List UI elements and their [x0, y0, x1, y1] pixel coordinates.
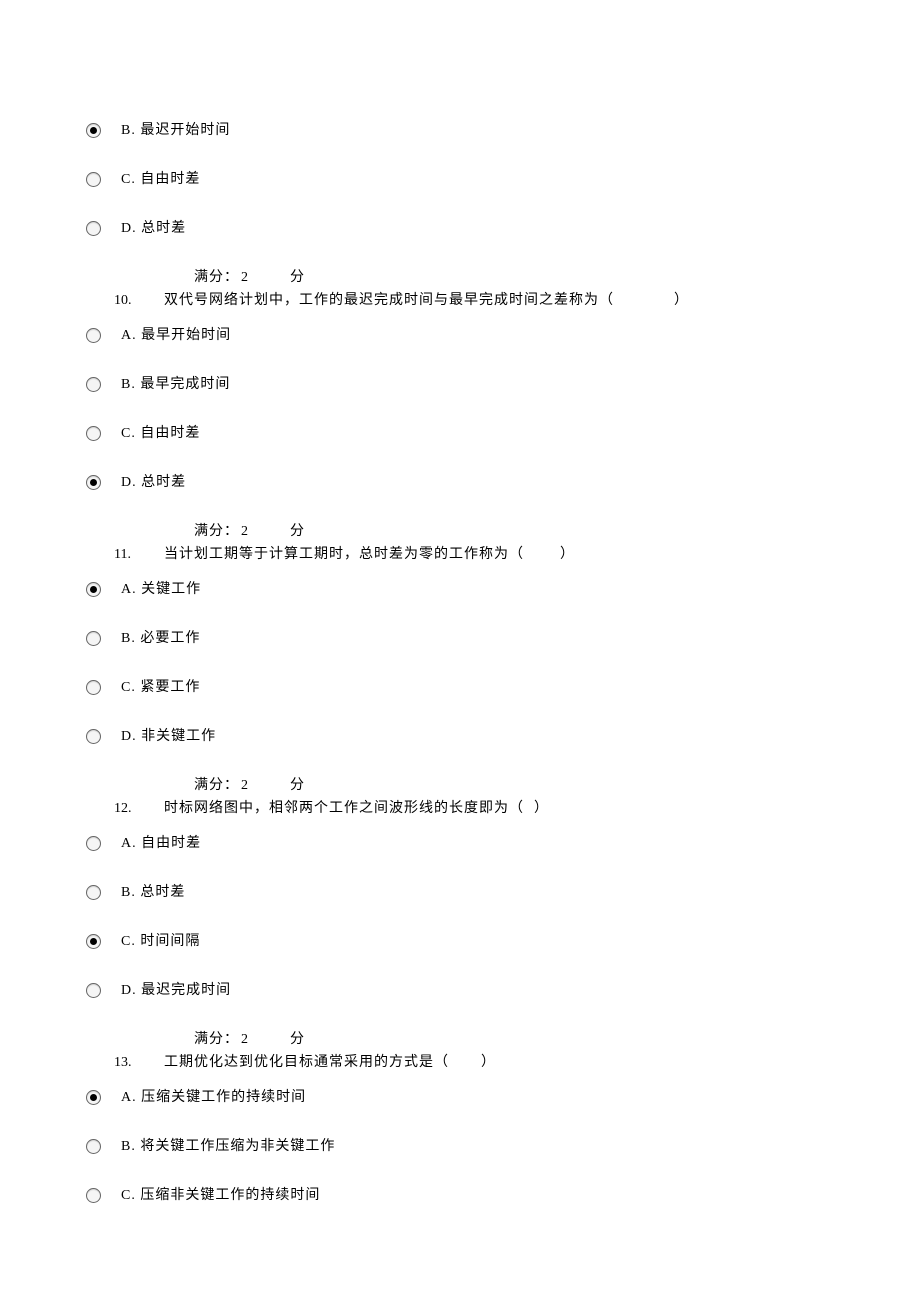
option-text: D. 非关键工作	[109, 726, 216, 747]
radio-button[interactable]	[86, 221, 101, 236]
option-row: B. 最迟开始时间	[86, 120, 834, 141]
radio-button[interactable]	[86, 328, 101, 343]
option-row: B. 总时差	[86, 882, 834, 903]
option-text: B. 最迟开始时间	[109, 120, 230, 141]
option-text: C. 自由时差	[109, 423, 200, 444]
option-row: C. 压缩非关键工作的持续时间	[86, 1185, 834, 1206]
question-options: A. 压缩关键工作的持续时间 B. 将关键工作压缩为非关键工作 C. 压缩非关键…	[86, 1087, 834, 1206]
question-options: A. 最早开始时间 B. 最早完成时间 C. 自由时差 D. 总时差	[86, 325, 834, 493]
option-text: B. 总时差	[109, 882, 185, 903]
option-text: D. 总时差	[109, 218, 186, 239]
score-line: 满分：2分	[86, 267, 834, 288]
question-options: A. 关键工作 B. 必要工作 C. 紧要工作 D. 非关键工作	[86, 579, 834, 747]
option-text: A. 自由时差	[109, 833, 201, 854]
option-row: B. 最早完成时间	[86, 374, 834, 395]
option-row: C. 自由时差	[86, 169, 834, 190]
option-row: B. 必要工作	[86, 628, 834, 649]
score-line: 满分：2分	[86, 521, 834, 542]
option-row: A. 压缩关键工作的持续时间	[86, 1087, 834, 1108]
option-text: B. 最早完成时间	[109, 374, 230, 395]
radio-button[interactable]	[86, 885, 101, 900]
radio-button[interactable]	[86, 631, 101, 646]
radio-button[interactable]	[86, 582, 101, 597]
option-row: A. 自由时差	[86, 833, 834, 854]
radio-button[interactable]	[86, 1188, 101, 1203]
option-row: D. 总时差	[86, 472, 834, 493]
option-row: D. 最迟完成时间	[86, 980, 834, 1001]
option-row: C. 时间间隔	[86, 931, 834, 952]
option-text: C. 压缩非关键工作的持续时间	[109, 1185, 320, 1206]
question-text: 12.时标网络图中，相邻两个工作之间波形线的长度即为（）	[86, 798, 834, 819]
option-text: B. 将关键工作压缩为非关键工作	[109, 1136, 335, 1157]
option-text: D. 总时差	[109, 472, 186, 493]
option-row: C. 自由时差	[86, 423, 834, 444]
option-row: B. 将关键工作压缩为非关键工作	[86, 1136, 834, 1157]
question-text: 13.工期优化达到优化目标通常采用的方式是（）	[86, 1052, 834, 1073]
option-text: C. 紧要工作	[109, 677, 200, 698]
radio-button[interactable]	[86, 680, 101, 695]
exam-page: B. 最迟开始时间 C. 自由时差 D. 总时差 满分：2分 10.双代号网络计…	[0, 0, 920, 1294]
radio-button[interactable]	[86, 426, 101, 441]
option-row: A. 最早开始时间	[86, 325, 834, 346]
radio-button[interactable]	[86, 836, 101, 851]
question-text: 11.当计划工期等于计算工期时，总时差为零的工作称为（）	[86, 544, 834, 565]
score-line: 满分：2分	[86, 1029, 834, 1050]
score-line: 满分：2分	[86, 775, 834, 796]
question-text: 10.双代号网络计划中，工作的最迟完成时间与最早完成时间之差称为（）	[86, 290, 834, 311]
radio-button[interactable]	[86, 1139, 101, 1154]
radio-button[interactable]	[86, 1090, 101, 1105]
option-text: C. 自由时差	[109, 169, 200, 190]
option-row: D. 非关键工作	[86, 726, 834, 747]
option-text: D. 最迟完成时间	[109, 980, 231, 1001]
option-row: C. 紧要工作	[86, 677, 834, 698]
prelude-options: B. 最迟开始时间 C. 自由时差 D. 总时差	[86, 120, 834, 239]
option-text: A. 关键工作	[109, 579, 201, 600]
option-row: D. 总时差	[86, 218, 834, 239]
radio-button[interactable]	[86, 729, 101, 744]
radio-button[interactable]	[86, 172, 101, 187]
radio-button[interactable]	[86, 123, 101, 138]
radio-button[interactable]	[86, 934, 101, 949]
option-row: A. 关键工作	[86, 579, 834, 600]
option-text: A. 压缩关键工作的持续时间	[109, 1087, 306, 1108]
option-text: B. 必要工作	[109, 628, 200, 649]
option-text: A. 最早开始时间	[109, 325, 231, 346]
option-text: C. 时间间隔	[109, 931, 200, 952]
question-options: A. 自由时差 B. 总时差 C. 时间间隔 D. 最迟完成时间	[86, 833, 834, 1001]
radio-button[interactable]	[86, 377, 101, 392]
radio-button[interactable]	[86, 475, 101, 490]
radio-button[interactable]	[86, 983, 101, 998]
